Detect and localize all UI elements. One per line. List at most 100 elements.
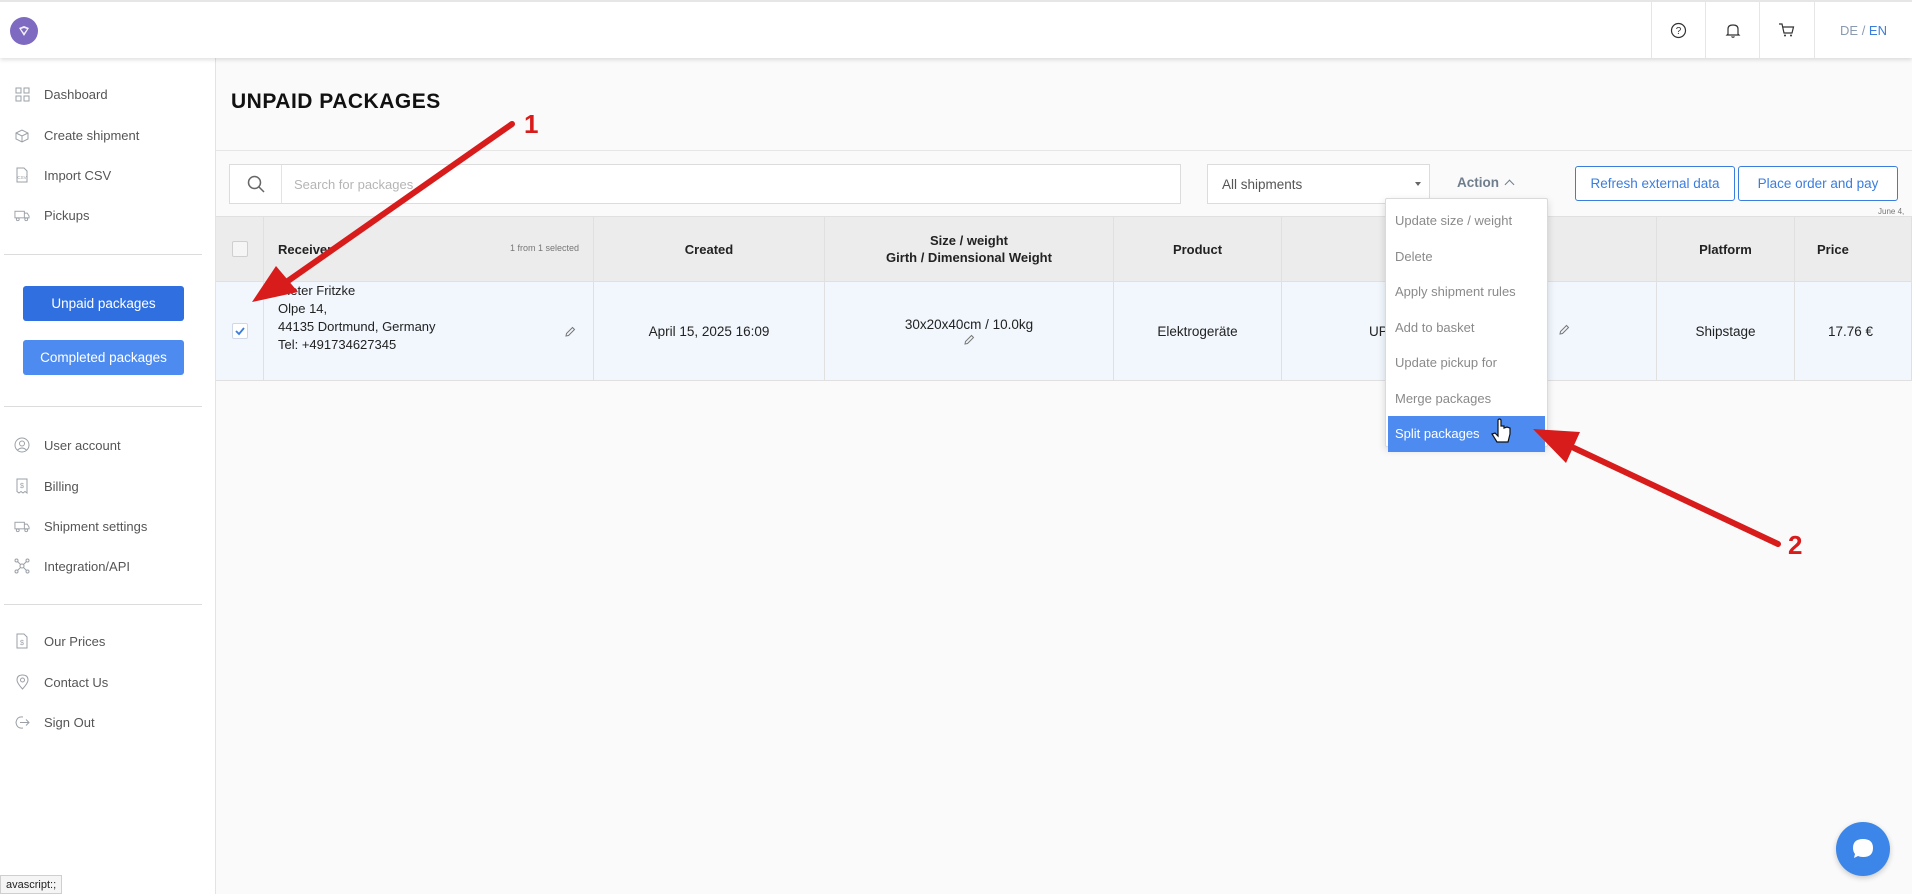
sidebar-item-pickups[interactable]: Pickups (14, 203, 90, 227)
sidebar-item-dashboard[interactable]: Dashboard (14, 82, 108, 106)
sidebar-item-label: Create shipment (44, 127, 140, 143)
annotation-label-2: 2 (1788, 530, 1803, 560)
language-switcher[interactable]: DE / EN (1814, 2, 1912, 58)
sidebar-item-user-account[interactable]: User account (14, 433, 121, 457)
receiver-name: Dieter Fritzke (278, 283, 356, 298)
header-created[interactable]: Created (594, 217, 825, 281)
edit-carrier-icon[interactable] (1558, 324, 1570, 336)
lang-de[interactable]: DE (1840, 23, 1858, 38)
sidebar-item-label: Import CSV (44, 167, 112, 183)
sidebar-item-label: Sign Out (44, 714, 95, 730)
browser-status-bar: avascript:; (0, 875, 63, 894)
sidebar-divider (4, 604, 202, 605)
csv-icon: CSV (14, 167, 30, 183)
create-shipment-icon (14, 127, 30, 143)
sidebar-item-shipment-settings[interactable]: Shipment settings (14, 514, 147, 538)
sidebar-item-import-csv[interactable]: CSV Import CSV (14, 163, 111, 187)
search-icon[interactable] (230, 165, 282, 203)
receiver-street: Olpe 14, (278, 301, 328, 316)
menu-item-split-packages[interactable]: Split packages (1388, 416, 1545, 452)
svg-text:?: ? (1676, 26, 1682, 37)
annotation-label-1: 1 (524, 109, 539, 139)
user-icon (14, 437, 30, 453)
size-value: 30x20x40cm / 10.0kg (904, 316, 1034, 332)
prices-icon: $ (14, 633, 30, 649)
sidebar-item-create-shipment[interactable]: Create shipment (14, 123, 139, 147)
svg-text:CSV: CSV (17, 175, 26, 180)
menu-item-update-pickup-for[interactable]: Update pickup for (1386, 345, 1547, 381)
lang-en[interactable]: EN (1869, 23, 1887, 38)
header-product[interactable]: Product (1114, 217, 1282, 281)
billing-icon: $ (14, 478, 30, 494)
unpaid-packages-button[interactable]: Unpaid packages (23, 286, 184, 321)
toolbar: All shipments Action Refresh external da… (216, 150, 1912, 234)
header-platform[interactable]: Platform (1657, 217, 1795, 281)
search-box (229, 164, 1181, 204)
refresh-external-data-button[interactable]: Refresh external data (1575, 166, 1735, 201)
header-size-line1: Size / weight (929, 233, 1008, 248)
bell-icon[interactable] (1705, 2, 1759, 58)
help-icon[interactable]: ? (1651, 2, 1705, 58)
caret-down-icon (1415, 182, 1421, 186)
logo-icon[interactable] (10, 17, 38, 45)
select-all-checkbox[interactable] (231, 241, 248, 257)
lang-separator: / (1858, 22, 1869, 38)
sidebar-item-sign-out[interactable]: Sign Out (14, 710, 95, 734)
search-input[interactable] (282, 176, 1180, 192)
select-all-cell (216, 217, 264, 281)
row-checkbox[interactable] (231, 323, 248, 339)
header-size-weight[interactable]: Size / weight Girth / Dimensional Weight (825, 217, 1114, 281)
receiver-tel: Tel: +491734627345 (278, 337, 397, 352)
sidebar-item-contact-us[interactable]: Contact Us (14, 670, 108, 694)
cart-icon[interactable] (1759, 2, 1813, 58)
chevron-up-icon (1504, 179, 1515, 190)
action-label: Action (1457, 175, 1499, 190)
sidebar-item-billing[interactable]: $ Billing (14, 474, 79, 498)
sidebar-item-label: Dashboard (44, 86, 108, 102)
selected-count: 1 from 1 selected (509, 243, 579, 253)
place-order-and-pay-button[interactable]: Place order and pay (1738, 166, 1898, 201)
integration-icon (14, 558, 30, 574)
checkmark-icon (234, 327, 245, 336)
shipment-settings-icon (14, 518, 30, 534)
sign-out-icon (14, 714, 30, 730)
action-menu: Update size / weight Delete Apply shipme… (1385, 198, 1548, 452)
header-size-line2: Girth / Dimensional Weight (886, 250, 1052, 265)
svg-text:$: $ (20, 640, 24, 647)
created-cell: April 15, 2025 16:09 (594, 282, 825, 380)
product-cell: Elektrogeräte (1114, 282, 1282, 380)
menu-item-delete[interactable]: Delete (1386, 239, 1547, 275)
sidebar-item-our-prices[interactable]: $ Our Prices (14, 629, 105, 653)
sidebar-item-integration-api[interactable]: Integration/API (14, 554, 130, 578)
edit-receiver-icon[interactable] (564, 326, 576, 338)
svg-text:$: $ (20, 483, 24, 490)
table-row[interactable]: Dieter Fritzke Olpe 14, 44135 Dortmund, … (216, 282, 1912, 381)
top-bar: ? DE / EN (0, 0, 1912, 58)
annotation-arrows (252, 121, 1781, 547)
dashboard-icon (14, 86, 30, 102)
shipment-filter-value: All shipments (1222, 176, 1303, 192)
truck-icon (14, 207, 30, 223)
price-cell: 17.76 € (1795, 282, 1912, 380)
size-cell: 30x20x40cm / 10.0kg (825, 282, 1114, 380)
menu-item-add-to-basket[interactable]: Add to basket (1386, 310, 1547, 346)
row-select-cell (216, 282, 264, 380)
receiver-cell: Dieter Fritzke Olpe 14, 44135 Dortmund, … (264, 282, 594, 380)
menu-item-merge-packages[interactable]: Merge packages (1386, 381, 1547, 417)
header-receiver[interactable]: Receiver 1 from 1 selected (264, 217, 594, 281)
completed-packages-button[interactable]: Completed packages (23, 340, 184, 375)
header-price[interactable]: Price (1795, 217, 1912, 281)
sidebar-item-label: Integration/API (44, 558, 130, 574)
menu-item-apply-shipment-rules[interactable]: Apply shipment rules (1386, 274, 1547, 310)
sidebar: Dashboard Create shipment CSV Import CSV… (0, 58, 216, 894)
chat-button[interactable] (1836, 822, 1890, 876)
location-icon (14, 674, 30, 690)
action-dropdown-toggle[interactable]: Action (1457, 175, 1515, 190)
sidebar-item-label: Our Prices (44, 633, 106, 649)
page-title: UNPAID PACKAGES (231, 90, 441, 113)
edit-size-icon[interactable] (963, 334, 975, 346)
sidebar-divider (4, 254, 202, 255)
annotation-arrow-2 (1533, 429, 1781, 547)
platform-cell: Shipstage (1657, 282, 1795, 380)
menu-item-update-size-weight[interactable]: Update size / weight (1386, 203, 1547, 239)
